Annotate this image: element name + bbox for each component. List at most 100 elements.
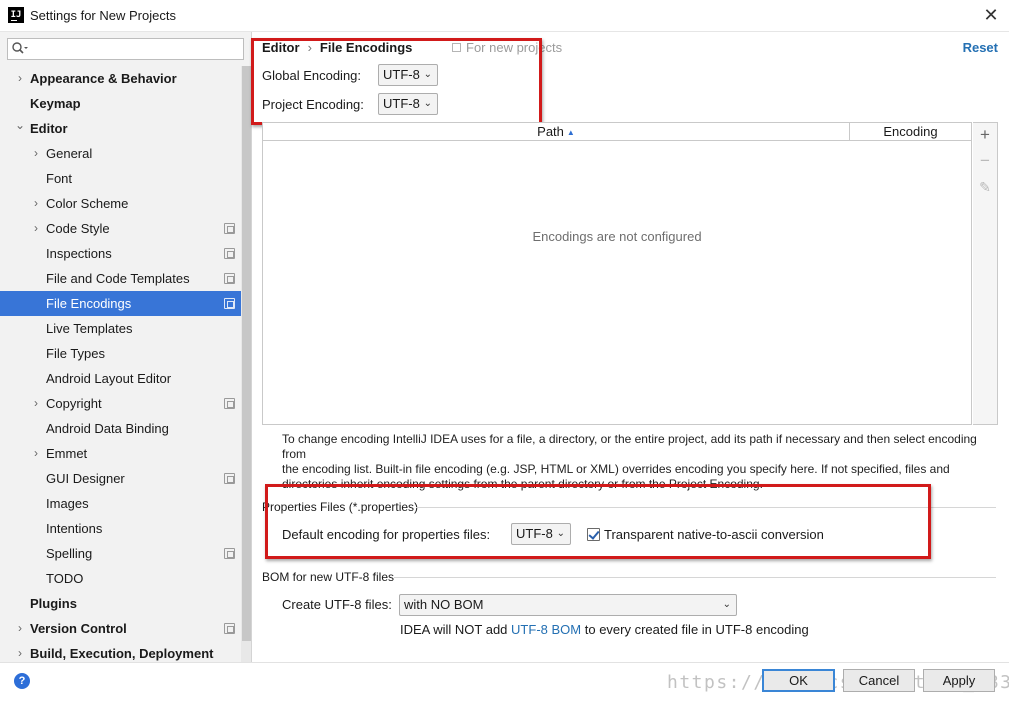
- bom-note: IDEA will NOT add UTF-8 BOM to every cre…: [400, 622, 809, 637]
- intellij-logo-icon: IJ: [8, 7, 24, 23]
- sidebar-item-label: Editor: [30, 121, 68, 136]
- column-header-encoding[interactable]: Encoding: [850, 123, 971, 141]
- settings-sidebar: › Appearance & Behavior Keymap ⌄ Editor › Gene…: [0, 32, 252, 662]
- chevron-right-icon[interactable]: ›: [14, 616, 26, 641]
- sidebar-item-file-encodings[interactable]: File Encodings: [0, 291, 241, 316]
- chevron-right-icon[interactable]: ›: [14, 66, 26, 91]
- sidebar-item-label: Inspections: [46, 246, 112, 261]
- section-divider: [416, 507, 996, 508]
- settings-content: Editor › File Encodings For new projects R…: [251, 32, 1009, 662]
- chevron-down-icon: ⌄: [423, 98, 432, 109]
- chevron-right-icon[interactable]: ›: [30, 216, 42, 241]
- help-icon[interactable]: ?: [14, 673, 30, 689]
- sidebar-item-intentions[interactable]: Intentions: [0, 516, 241, 541]
- encoding-help-text: To change encoding IntelliJ IDEA uses fo…: [282, 432, 1002, 492]
- sidebar-item-file-and-code-templates[interactable]: File and Code Templates: [0, 266, 241, 291]
- close-button[interactable]: ✕: [979, 4, 1003, 26]
- sidebar-item-version-control[interactable]: › Version Control: [0, 616, 241, 641]
- help-line-3: directories inherit encoding settings fr…: [282, 477, 763, 491]
- reset-link[interactable]: Reset: [963, 40, 998, 55]
- sidebar-item-label: Color Scheme: [46, 196, 129, 211]
- project-scope-icon: [224, 273, 235, 284]
- sidebar-item-inspections[interactable]: Inspections: [0, 241, 241, 266]
- transparent-conversion-checkbox[interactable]: [587, 528, 600, 541]
- sidebar-item-emmet[interactable]: › Emmet: [0, 441, 241, 466]
- utf8-bom-link[interactable]: UTF-8 BOM: [511, 622, 581, 637]
- sidebar-item-android-layout-editor[interactable]: Android Layout Editor: [0, 366, 241, 391]
- remove-icon[interactable]: −: [973, 149, 997, 173]
- table-empty-message: Encodings are not configured: [532, 229, 702, 244]
- window-title: Settings for New Projects: [30, 8, 176, 23]
- sidebar-item-label: Keymap: [30, 96, 81, 111]
- sidebar-item-label: Copyright: [46, 396, 102, 411]
- edit-icon[interactable]: ✎: [973, 175, 997, 199]
- sidebar-item-images[interactable]: Images: [0, 491, 241, 516]
- sidebar-item-label: Emmet: [46, 446, 88, 461]
- sidebar-item-label: GUI Designer: [46, 471, 125, 486]
- sidebar-item-label: Code Style: [46, 221, 110, 236]
- chevron-right-icon[interactable]: ›: [30, 191, 42, 216]
- chevron-down-icon[interactable]: ⌄: [14, 113, 26, 138]
- chevron-down-icon: ⌄: [423, 69, 432, 80]
- column-path-label: Path: [537, 124, 564, 139]
- apply-button[interactable]: Apply: [923, 669, 995, 692]
- sidebar-item-file-types[interactable]: File Types: [0, 341, 241, 366]
- sidebar-item-plugins[interactable]: Plugins: [0, 591, 241, 616]
- settings-search-input[interactable]: [7, 38, 244, 60]
- ok-button[interactable]: OK: [762, 669, 835, 692]
- transparent-conversion-label[interactable]: Transparent native-to-ascii conversion: [604, 527, 824, 542]
- breadcrumb: Editor › File Encodings: [262, 40, 412, 55]
- bom-dropdown[interactable]: with NO BOM ⌄: [399, 594, 737, 616]
- sidebar-item-keymap[interactable]: Keymap: [0, 91, 241, 116]
- column-header-path[interactable]: Path ▲: [263, 123, 850, 141]
- bom-value: with NO BOM: [404, 597, 484, 612]
- sidebar-item-editor[interactable]: ⌄ Editor: [0, 116, 241, 141]
- global-encoding-label: Global Encoding:: [262, 68, 362, 83]
- global-encoding-value: UTF-8: [383, 67, 420, 82]
- project-encoding-dropdown[interactable]: UTF-8 ⌄: [378, 93, 438, 115]
- sidebar-item-gui-designer[interactable]: GUI Designer: [0, 466, 241, 491]
- project-scope-icon: [452, 43, 461, 52]
- sidebar-scroll-thumb[interactable]: [242, 66, 251, 641]
- properties-section-title: Properties Files (*.properties): [262, 500, 419, 514]
- sidebar-item-live-templates[interactable]: Live Templates: [0, 316, 241, 341]
- encodings-table[interactable]: Path ▲ Encoding Encodings are not configu…: [262, 122, 972, 425]
- sidebar-item-label: File Types: [46, 346, 106, 361]
- project-scope-icon: [224, 298, 235, 309]
- project-scope-icon: [224, 248, 235, 259]
- sidebar-item-label: Version Control: [30, 621, 127, 636]
- for-new-projects-note: For new projects: [452, 40, 562, 55]
- sidebar-item-color-scheme[interactable]: › Color Scheme: [0, 191, 241, 216]
- sidebar-item-android-data-binding[interactable]: Android Data Binding: [0, 416, 241, 441]
- sidebar-item-todo[interactable]: TODO: [0, 566, 241, 591]
- sidebar-item-code-style[interactable]: › Code Style: [0, 216, 241, 241]
- chevron-right-icon[interactable]: ›: [30, 141, 42, 166]
- sidebar-item-copyright[interactable]: › Copyright: [0, 391, 241, 416]
- sidebar-item-label: TODO: [46, 571, 84, 586]
- annotation-red-box-properties: [265, 484, 931, 559]
- sidebar-item-appearance-behavior[interactable]: › Appearance & Behavior: [0, 66, 241, 91]
- sidebar-item-font[interactable]: Font: [0, 166, 241, 191]
- sidebar-item-label: General: [46, 146, 93, 161]
- project-scope-icon: [224, 398, 235, 409]
- sidebar-item-label: Live Templates: [46, 321, 133, 336]
- breadcrumb-editor: Editor: [262, 40, 300, 55]
- sidebar-item-spelling[interactable]: Spelling: [0, 541, 241, 566]
- chevron-right-icon[interactable]: ›: [30, 441, 42, 466]
- help-line-1: To change encoding IntelliJ IDEA uses fo…: [282, 432, 977, 461]
- sidebar-item-general[interactable]: › General: [0, 141, 241, 166]
- global-encoding-dropdown[interactable]: UTF-8 ⌄: [378, 64, 438, 86]
- sidebar-item-label: Font: [46, 171, 73, 186]
- add-icon[interactable]: +: [973, 123, 997, 147]
- cancel-button[interactable]: Cancel: [843, 669, 915, 692]
- sidebar-scrollbar[interactable]: [241, 66, 251, 662]
- settings-tree: › Appearance & Behavior Keymap ⌄ Editor › Gene…: [0, 66, 241, 666]
- breadcrumb-separator: ›: [307, 40, 312, 55]
- sort-ascending-icon: ▲: [566, 128, 575, 137]
- help-line-2: the encoding list. Built-in file encodin…: [282, 462, 950, 476]
- create-utf8-label: Create UTF-8 files:: [282, 597, 392, 612]
- dialog-footer: ? https://blog.csdn.net/qq_38321262 OK C…: [0, 662, 1009, 701]
- properties-default-encoding-label: Default encoding for properties files:: [282, 527, 491, 542]
- chevron-right-icon[interactable]: ›: [30, 391, 42, 416]
- properties-encoding-dropdown[interactable]: UTF-8 ⌄: [511, 523, 571, 545]
